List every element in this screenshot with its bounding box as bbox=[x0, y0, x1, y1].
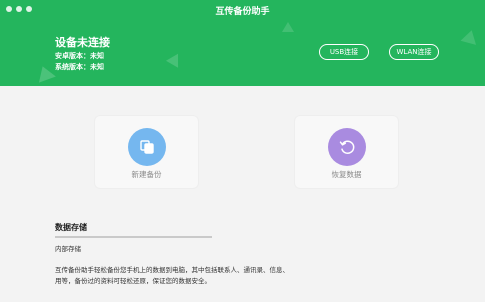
restore-icon bbox=[328, 128, 366, 166]
description-line-1: 互传备份助手轻松备份您手机上的数据到电脑，其中包括联系人、通讯录、信息、 bbox=[55, 266, 289, 274]
storage-description: 互传备份助手轻松备份您手机上的数据到电脑，其中包括联系人、通讯录、信息、 用等，… bbox=[55, 265, 385, 287]
header-bar: 互传备份助手 设备未连接 安卓版本：未知 系统版本：未知 USB连接 WLAN连… bbox=[0, 0, 485, 86]
window-title: 互传备份助手 bbox=[215, 7, 270, 17]
description-line-2: 用等，备份过的资料可轻松还原，保证您的数据安全。 bbox=[55, 277, 211, 285]
usb-connect-button[interactable]: USB连接 bbox=[319, 44, 369, 60]
new-backup-label: 新建备份 bbox=[131, 170, 162, 179]
wlan-connect-button[interactable]: WLAN连接 bbox=[389, 44, 439, 60]
storage-bar bbox=[55, 236, 212, 238]
decor-triangle bbox=[165, 50, 185, 68]
restore-data-card[interactable]: 恢复数据 bbox=[295, 116, 398, 188]
decor-triangle bbox=[460, 28, 480, 45]
backup-icon bbox=[128, 128, 166, 166]
decor-triangle bbox=[282, 22, 294, 32]
system-version-text: 系统版本：未知 bbox=[55, 63, 104, 71]
restore-data-label: 恢复数据 bbox=[331, 170, 362, 179]
storage-title: 数据存储 bbox=[55, 223, 87, 232]
device-status-title: 设备未连接 bbox=[55, 36, 110, 49]
new-backup-card[interactable]: 新建备份 bbox=[95, 116, 198, 188]
storage-subtitle: 内部存储 bbox=[55, 245, 81, 253]
android-version-text: 安卓版本：未知 bbox=[55, 52, 104, 60]
decor-triangle bbox=[34, 63, 56, 83]
